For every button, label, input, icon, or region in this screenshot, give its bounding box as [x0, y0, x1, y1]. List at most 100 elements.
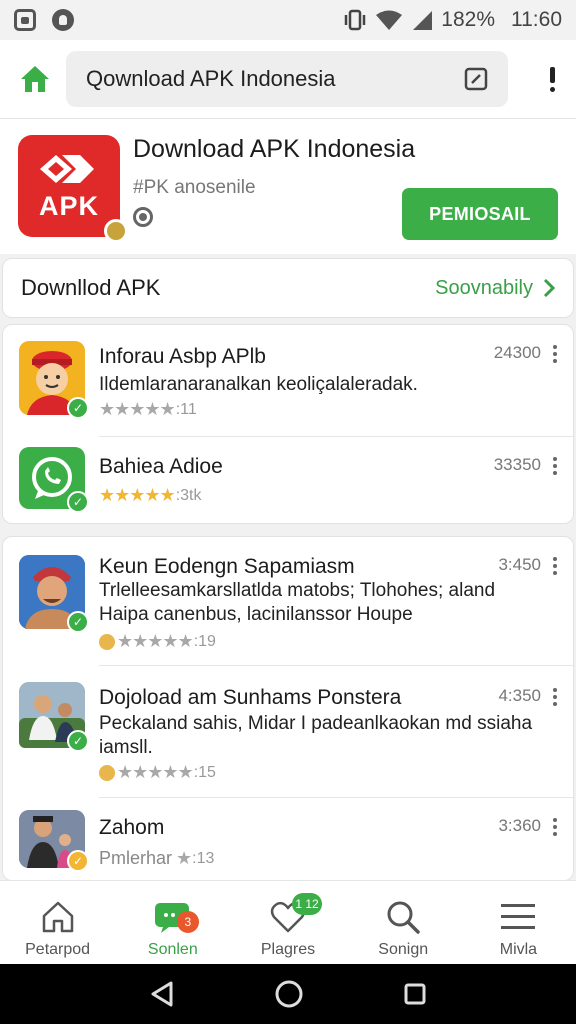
home-button[interactable]: [14, 58, 56, 100]
search-input[interactable]: Qownload APK Indonesia: [66, 51, 508, 107]
person-avatar-icon: ✓: [19, 555, 89, 633]
rating-count: :11: [175, 400, 197, 418]
verified-check-icon: ✓: [67, 397, 89, 419]
app-title: Download APK Indonesia: [133, 135, 416, 163]
search-header: Qownload APK Indonesia: [0, 40, 576, 118]
item-title: Dojoload am Sunhams Ponstera: [99, 686, 402, 709]
search-query-text: Qownload APK Indonesia: [86, 66, 336, 91]
radio-icon[interactable]: [133, 207, 153, 227]
recents-icon[interactable]: [403, 982, 427, 1006]
back-icon[interactable]: [149, 980, 175, 1008]
item-rating: ★★★★★ :15: [99, 762, 216, 783]
rating-count: :19: [193, 632, 216, 650]
status-bar: 182% 11:60: [0, 0, 576, 40]
item-download-count: 24300: [493, 343, 541, 362]
edit-button[interactable]: [462, 65, 490, 93]
item-rating: Pmlerhar ★ :13: [99, 848, 214, 869]
list-item[interactable]: ✓ Keun Eodengn Sapamiasm Trlelleesamkars…: [3, 537, 575, 665]
chevron-right-icon: [543, 278, 555, 298]
apk-logo-text: APK: [38, 191, 99, 221]
vibrate-icon: [345, 9, 366, 31]
photo-avatar-icon: ✓: [19, 682, 89, 752]
star-rating-icon: ★★★★★: [117, 762, 194, 782]
overflow-menu-icon[interactable]: [553, 457, 557, 475]
clock: 11:60: [511, 8, 562, 31]
nav-label: Plagres: [260, 941, 316, 958]
install-button[interactable]: PEMIOSAIL: [402, 188, 558, 240]
notification-icon: [52, 9, 74, 31]
item-rating: ★★★★★ :19: [99, 631, 216, 652]
double-chevron-icon: [40, 155, 94, 183]
list-item[interactable]: ✓ Dojoload am Sunhams Ponstera Peckaland…: [3, 666, 575, 797]
nav-label: Mivla: [499, 941, 538, 958]
nav-label: Sonlen: [147, 941, 198, 958]
nav-item-chat[interactable]: 3 Sonlen: [115, 881, 230, 964]
nav-item-menu[interactable]: Mivla: [461, 881, 576, 964]
list-item[interactable]: ✓ Bahiea Adioe ★★★★★ :3tk 33350: [3, 437, 575, 525]
item-description: Ildemlaranaranalkan keoliçalaleradak.: [99, 374, 418, 395]
star-rating-icon: ★★★★★: [99, 399, 176, 419]
coin-icon: [99, 633, 115, 650]
verified-check-icon: ✓: [67, 850, 89, 872]
item-download-count: 3:450: [498, 555, 541, 574]
download-section-title: Downllod APK: [21, 275, 161, 300]
nav-badge: 1 12: [292, 893, 322, 915]
item-description: Trlelleesamkarsllatlda matobs; Tlohohes;…: [99, 580, 496, 625]
group-photo-icon: ✓: [19, 810, 89, 872]
verified-check-icon: ✓: [67, 611, 89, 633]
see-more-label: Soovnabily: [435, 276, 533, 299]
item-rating: ★★★★★ :3tk: [99, 485, 201, 506]
see-more-link[interactable]: Soovnabily: [435, 277, 555, 300]
chat-icon: 3: [153, 897, 199, 937]
download-section-header[interactable]: Downllod APK Soovnabily: [2, 258, 574, 318]
item-download-count: 4:350: [498, 686, 541, 705]
wifi-icon: [376, 10, 403, 30]
list-item[interactable]: ✓ Zahom Pmlerhar ★ :13 3:360: [3, 798, 575, 882]
app-header-card: APK Download APK Indonesia #PK anosenile…: [0, 118, 576, 254]
nav-label: Petarpod: [25, 941, 91, 958]
item-download-count: 33350: [493, 455, 541, 474]
home-outline-icon: [38, 897, 78, 937]
screenshot-icon: [14, 9, 36, 31]
heart-icon: 1 12: [268, 893, 322, 937]
apk-logo: APK: [18, 135, 128, 243]
app-subtitle: #PK anosenile: [133, 177, 256, 198]
item-download-count: 3:360: [498, 816, 541, 835]
overflow-menu-icon[interactable]: [553, 557, 557, 575]
whatsapp-icon: ✓: [19, 447, 89, 513]
nav-badge: 3: [176, 911, 199, 933]
search-icon: [383, 897, 423, 937]
star-rating-icon: ★: [176, 848, 192, 868]
delivery-avatar-icon: ✓: [19, 341, 89, 419]
overflow-menu-icon[interactable]: [553, 818, 557, 836]
signal-icon: [413, 11, 433, 30]
bottom-navigation: Petarpod 3 Sonlen 1 12 Plagres Sonign Mi…: [0, 880, 576, 964]
android-navigation-bar: [0, 964, 576, 1024]
item-prefix: Pmlerhar: [99, 848, 173, 868]
overflow-menu-icon[interactable]: [553, 345, 557, 363]
item-title: Zahom: [99, 816, 165, 839]
exclamation-more-icon[interactable]: [542, 66, 562, 92]
home-circle-icon[interactable]: [274, 979, 304, 1009]
nav-item-home[interactable]: Petarpod: [0, 881, 115, 964]
nav-item-search[interactable]: Sonign: [346, 881, 461, 964]
verified-badge-icon: [104, 219, 128, 243]
nav-label: Sonign: [378, 941, 429, 958]
nav-item-favorites[interactable]: 1 12 Plagres: [230, 881, 345, 964]
rating-count: :13: [192, 849, 215, 867]
star-rating-icon: ★★★★★: [117, 631, 194, 651]
verified-check-icon: ✓: [67, 491, 89, 513]
item-rating: ★★★★★ :11: [99, 399, 197, 420]
menu-icon: [498, 897, 538, 937]
item-title: Bahiea Adioe: [99, 455, 223, 478]
list-item[interactable]: ✓ Inforau Asbp APlb Ildemlaranaranalkan …: [3, 325, 575, 437]
rating-count: :15: [193, 763, 216, 781]
home-icon: [21, 66, 49, 92]
app-list-card-secondary: ✓ Keun Eodengn Sapamiasm Trlelleesamkars…: [2, 536, 574, 881]
star-rating-icon: ★★★★★: [99, 485, 176, 505]
item-title: Keun Eodengn Sapamiasm: [99, 555, 355, 578]
overflow-menu-icon[interactable]: [553, 688, 557, 706]
verified-check-icon: ✓: [67, 730, 89, 752]
item-description: Peckaland sahis, Midar I padeanlkaokan m…: [99, 713, 533, 758]
rating-count: :3tk: [175, 486, 202, 504]
